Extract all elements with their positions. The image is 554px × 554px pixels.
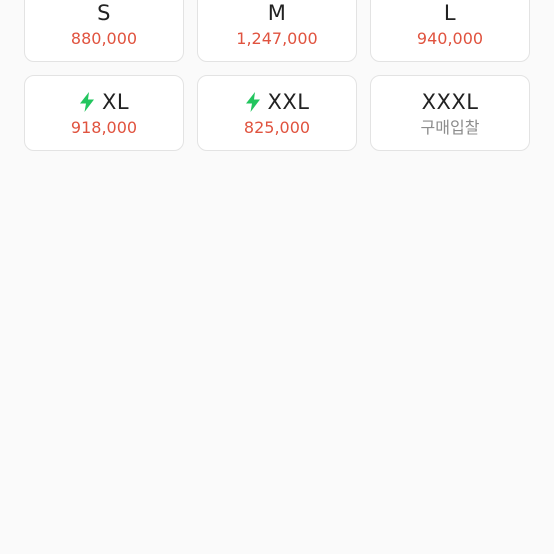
size-row: S <box>97 0 111 26</box>
lightning-bolt-icon <box>245 91 261 112</box>
size-price: 1,247,000 <box>236 28 318 48</box>
size-label: XL <box>101 89 130 114</box>
size-row: XXL <box>245 89 310 115</box>
bid-label: 구매입찰 <box>420 117 480 137</box>
size-option-s[interactable]: S 880,000 <box>24 0 184 62</box>
size-option-m[interactable]: M 1,247,000 <box>197 0 357 62</box>
size-label: XXXL <box>421 89 479 114</box>
size-option-xxxl[interactable]: XXXL 구매입찰 <box>370 75 530 151</box>
size-grid: S 880,000 M 1,247,000 L 940,000 XL 918,0… <box>24 0 530 151</box>
size-price: 880,000 <box>70 28 138 48</box>
size-row: XXXL <box>422 89 479 115</box>
size-row: M <box>268 0 287 26</box>
size-selection-page: S 880,000 M 1,247,000 L 940,000 XL 918,0… <box>0 0 554 554</box>
size-row: XL <box>79 89 129 115</box>
size-price: 825,000 <box>243 117 311 137</box>
size-price: 940,000 <box>416 28 484 48</box>
size-label: S <box>97 0 111 25</box>
size-label: XXL <box>267 89 310 114</box>
size-price: 918,000 <box>70 117 138 137</box>
size-row: L <box>444 0 456 26</box>
size-option-xxl[interactable]: XXL 825,000 <box>197 75 357 151</box>
size-label: M <box>267 0 287 25</box>
lightning-bolt-icon <box>79 91 95 112</box>
size-option-l[interactable]: L 940,000 <box>370 0 530 62</box>
size-option-xl[interactable]: XL 918,000 <box>24 75 184 151</box>
size-label: L <box>443 0 457 25</box>
